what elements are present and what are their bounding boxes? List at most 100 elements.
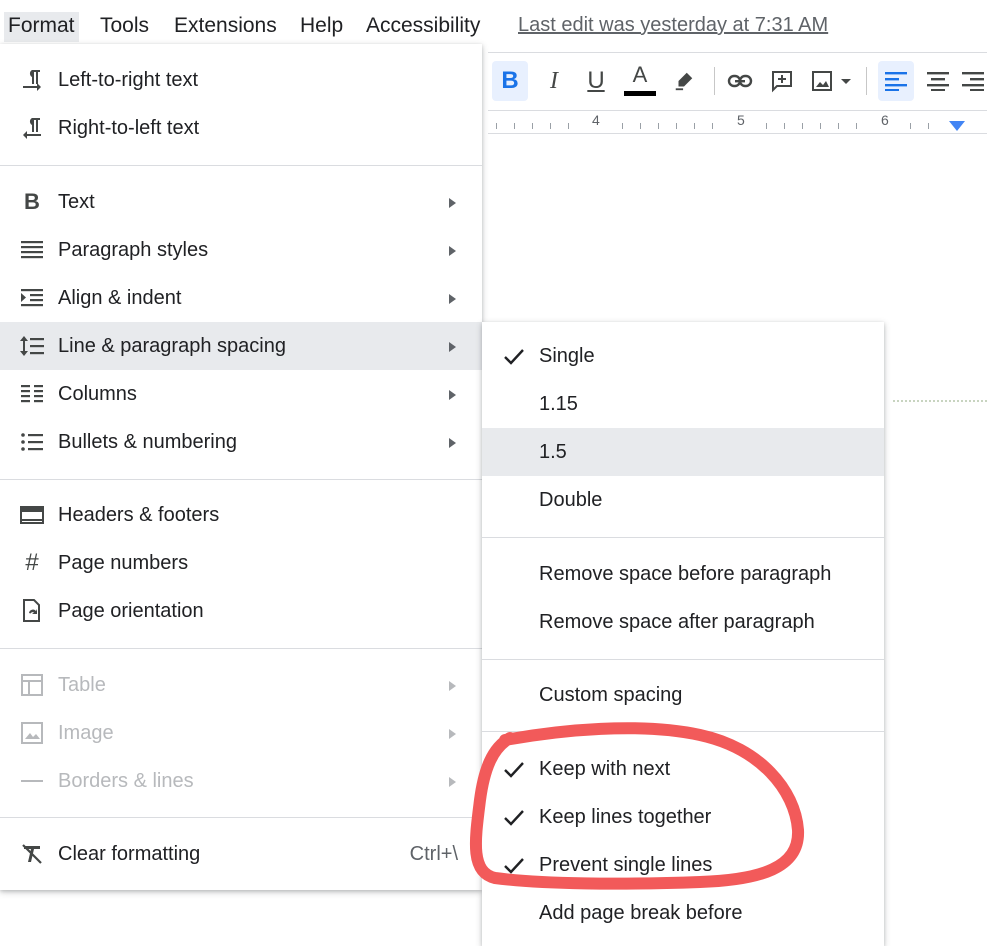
menu-item-label: Align & indent	[58, 286, 182, 309]
menu-item-columns[interactable]: Columns	[0, 370, 482, 418]
menu-item-label: Prevent single lines	[539, 853, 713, 876]
menu-separator	[482, 659, 884, 660]
ruler[interactable]: 4 5 6	[488, 110, 987, 134]
menu-item-label: Paragraph styles	[58, 238, 209, 261]
prevent-single-lines-option[interactable]: Prevent single lines	[482, 841, 884, 889]
menu-accessibility[interactable]: Accessibility	[362, 12, 484, 42]
toolbar-separator	[866, 67, 867, 95]
menu-item-label: Borders & lines	[58, 769, 194, 792]
submenu-arrow-icon	[449, 198, 456, 208]
menu-bar: Format Tools Extensions Help Accessibili…	[0, 0, 987, 50]
menu-item-label: Line & paragraph spacing	[58, 334, 286, 357]
menu-tools[interactable]: Tools	[96, 12, 153, 42]
menu-item-label: Remove space after paragraph	[539, 610, 815, 633]
menu-item-borders-lines: Borders & lines	[0, 757, 482, 805]
menu-item-label: 1.5	[539, 440, 567, 463]
borders-icon	[18, 769, 46, 793]
insert-link-button[interactable]	[722, 61, 758, 101]
bold-button[interactable]: B	[492, 61, 528, 101]
menu-item-label: Remove space before paragraph	[539, 562, 832, 585]
menu-item-right-to-left-text[interactable]: Right-to-left text	[0, 104, 482, 152]
menu-item-label: Page numbers	[58, 551, 189, 574]
align-left-button[interactable]	[878, 61, 914, 101]
menu-item-line-paragraph-spacing[interactable]: Line & paragraph spacing	[0, 322, 482, 370]
remove-space-after-option[interactable]: Remove space after paragraph	[482, 598, 884, 646]
rtl-text-icon	[18, 116, 46, 140]
menu-separator	[482, 731, 884, 732]
toolbar: B I U A	[488, 52, 987, 109]
checkmark-icon	[504, 349, 524, 365]
menu-format[interactable]: Format	[4, 12, 79, 42]
spacing-option-1-15[interactable]: 1.15	[482, 380, 884, 428]
columns-icon	[18, 382, 46, 406]
menu-item-bullets-numbering[interactable]: Bullets & numbering	[0, 418, 482, 466]
submenu-arrow-icon	[449, 681, 456, 691]
submenu-arrow-icon	[449, 438, 456, 448]
text-color-button[interactable]: A	[622, 61, 658, 101]
menu-item-label: Right-to-left text	[58, 116, 200, 139]
keep-lines-together-option[interactable]: Keep lines together	[482, 793, 884, 841]
highlight-pen-button[interactable]	[666, 61, 702, 101]
menu-item-table: Table	[0, 661, 482, 709]
text-color-swatch	[624, 91, 656, 96]
menu-item-label: Keep with next	[539, 757, 671, 780]
add-page-break-before-option[interactable]: Add page break before	[482, 889, 884, 937]
menu-item-label: Single	[539, 344, 595, 367]
menu-separator	[0, 479, 482, 480]
ruler-mark-4: 4	[592, 112, 600, 128]
align-right-button[interactable]	[962, 61, 987, 101]
menu-item-label: Add page break before	[539, 901, 743, 924]
submenu-arrow-icon	[449, 390, 456, 400]
underline-button[interactable]: U	[578, 61, 614, 101]
menu-separator	[0, 817, 482, 818]
submenu-arrow-icon	[449, 342, 456, 352]
last-edit-link[interactable]: Last edit was yesterday at 7:31 AM	[518, 12, 828, 40]
menu-item-page-orientation[interactable]: Page orientation	[0, 587, 482, 635]
menu-help[interactable]: Help	[296, 12, 347, 42]
submenu-arrow-icon	[449, 729, 456, 739]
menu-item-clear-formatting[interactable]: Clear formatting Ctrl+\	[0, 830, 482, 878]
menu-item-label: Image	[58, 721, 114, 744]
align-center-button[interactable]	[920, 61, 956, 101]
align-right-icon	[962, 72, 984, 91]
page-orientation-icon	[18, 599, 46, 623]
toolbar-separator	[714, 67, 715, 95]
format-menu: Left-to-right text Right-to-left text B …	[0, 44, 482, 890]
menu-item-headers-footers[interactable]: Headers & footers	[0, 491, 482, 539]
keep-with-next-option[interactable]: Keep with next	[482, 745, 884, 793]
highlighter-icon	[675, 72, 693, 91]
spacing-option-double[interactable]: Double	[482, 476, 884, 524]
menu-item-text[interactable]: B Text	[0, 178, 482, 226]
ruler-mark-6: 6	[881, 112, 889, 128]
ltr-text-icon	[18, 68, 46, 92]
menu-item-paragraph-styles[interactable]: Paragraph styles	[0, 226, 482, 274]
menu-item-label: Columns	[58, 382, 137, 405]
add-comment-button[interactable]	[764, 61, 800, 101]
submenu-arrow-icon	[449, 246, 456, 256]
menu-separator	[0, 648, 482, 649]
menu-separator	[482, 537, 884, 538]
checkmark-icon	[504, 810, 524, 826]
menu-item-page-numbers[interactable]: # Page numbers	[0, 539, 482, 587]
menu-extensions[interactable]: Extensions	[170, 12, 281, 42]
italic-button[interactable]: I	[536, 61, 572, 101]
bold-b-icon: B	[24, 189, 40, 214]
image-icon	[18, 721, 46, 745]
indent-icon	[18, 286, 46, 310]
spacing-option-single[interactable]: Single	[482, 332, 884, 380]
submenu-arrow-icon	[449, 777, 456, 787]
custom-spacing-option[interactable]: Custom spacing	[482, 671, 884, 719]
image-dropdown-icon	[812, 71, 851, 91]
hash-icon: #	[25, 549, 39, 576]
spacing-option-1-5[interactable]: 1.5	[482, 428, 884, 476]
right-indent-marker[interactable]	[949, 121, 965, 131]
menu-item-label: Clear formatting	[58, 842, 201, 865]
menu-item-align-indent[interactable]: Align & indent	[0, 274, 482, 322]
menu-item-left-to-right-text[interactable]: Left-to-right text	[0, 56, 482, 104]
checkmark-icon	[504, 762, 524, 778]
remove-space-before-option[interactable]: Remove space before paragraph	[482, 550, 884, 598]
link-icon	[727, 74, 753, 88]
menu-separator	[0, 165, 482, 166]
insert-image-button[interactable]	[806, 61, 862, 101]
clear-formatting-icon	[18, 842, 46, 866]
